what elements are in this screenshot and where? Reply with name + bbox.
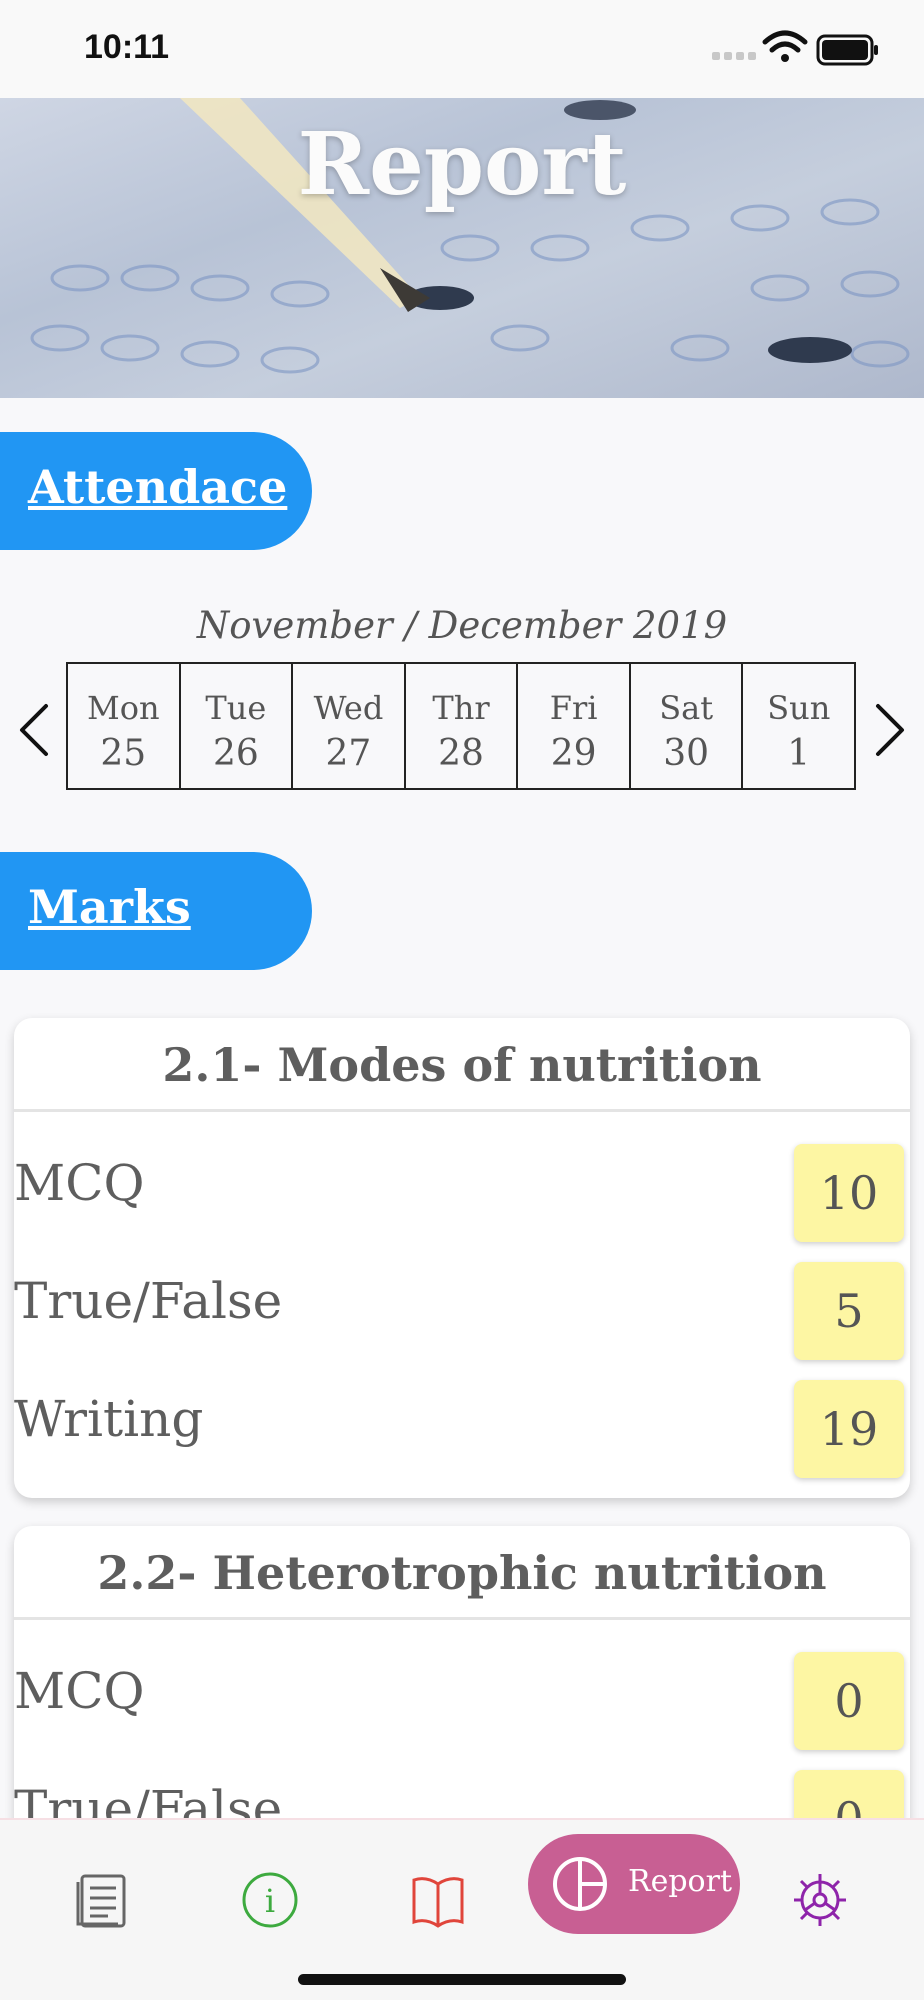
next-week-icon[interactable] (870, 700, 910, 760)
mark-row: MCQ 10 (14, 1126, 910, 1244)
card-title: 2.1- Modes of nutrition (14, 1018, 910, 1112)
mark-row: Writing 19 (14, 1362, 910, 1480)
day-number: 1 (787, 733, 811, 774)
status-icons (712, 30, 878, 66)
day-name: Tue (205, 689, 267, 727)
pie-chart-icon (553, 1857, 607, 1911)
day-name: Mon (86, 689, 160, 727)
day-number: 26 (212, 733, 259, 774)
svg-text:i: i (265, 1882, 275, 1920)
day-name: Thr (432, 689, 490, 727)
week-calendar: Mon 25 Tue 26 Wed 27 Thr 28 Fri 29 Sat 30 Sun 1 (66, 662, 856, 790)
day-name: Fri (549, 689, 598, 727)
mark-value: 0 (794, 1652, 904, 1750)
home-indicator (298, 1974, 626, 1985)
day-number: 28 (438, 733, 484, 774)
day-number: 30 (663, 733, 710, 774)
signal-icon (712, 52, 756, 60)
day-number: 25 (100, 733, 147, 774)
header-banner: Report (0, 98, 924, 398)
mark-value: 10 (794, 1144, 904, 1242)
wifi-icon (762, 30, 808, 62)
card-title: 2.2- Heterotrophic nutrition (14, 1526, 910, 1620)
settings-gear-icon[interactable] (790, 1870, 850, 1930)
mark-label: MCQ (14, 1662, 145, 1720)
mark-label: MCQ (14, 1154, 145, 1212)
day-cell[interactable]: Thr 28 (406, 664, 519, 788)
list-document-icon[interactable] (72, 1870, 132, 1930)
report-tab-button[interactable]: Report (528, 1834, 740, 1934)
mark-row: True/False 5 (14, 1244, 910, 1362)
month-label: November / December 2019 (196, 604, 728, 647)
report-tab-label: Report (628, 1864, 733, 1899)
day-cell[interactable]: Wed 27 (293, 664, 406, 788)
battery-icon (816, 34, 878, 66)
mark-row: MCQ 0 (14, 1634, 910, 1752)
attendance-section-label: Attendace (28, 460, 288, 514)
mark-value: 19 (794, 1380, 904, 1478)
book-icon[interactable] (408, 1870, 468, 1930)
day-number: 29 (550, 733, 597, 774)
day-name: Wed (313, 689, 384, 727)
mark-value: 5 (794, 1262, 904, 1360)
mark-label: True/False (14, 1272, 283, 1330)
previous-week-icon[interactable] (14, 700, 54, 760)
day-cell[interactable]: Sat 30 (631, 664, 744, 788)
day-cell[interactable]: Mon 25 (68, 664, 181, 788)
day-cell[interactable]: Sun 1 (743, 664, 854, 788)
day-name: Sat (659, 689, 714, 727)
marks-section-button[interactable]: Marks (0, 852, 312, 970)
marks-card: 2.1- Modes of nutrition MCQ 10 True/Fals… (14, 1018, 910, 1498)
day-number: 27 (325, 733, 372, 774)
marks-section-label: Marks (28, 880, 191, 934)
info-icon[interactable]: i (240, 1870, 300, 1930)
day-name: Sun (767, 689, 831, 727)
day-cell[interactable]: Tue 26 (181, 664, 294, 788)
page-title: Report (297, 114, 627, 215)
mark-label: Writing (14, 1390, 204, 1448)
attendance-section-button[interactable]: Attendace (0, 432, 312, 550)
bottom-tab-bar: i Report (0, 1818, 924, 2000)
day-cell[interactable]: Fri 29 (518, 664, 631, 788)
status-bar: 10:11 (0, 0, 924, 98)
